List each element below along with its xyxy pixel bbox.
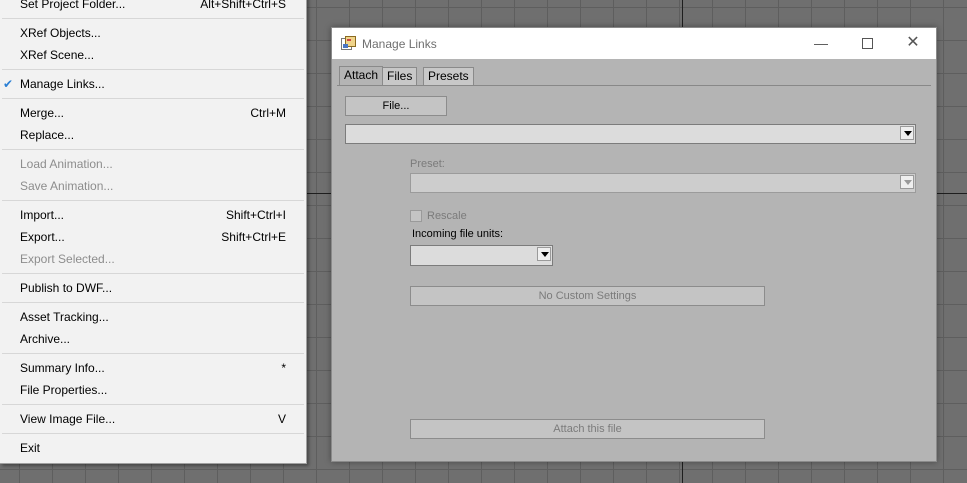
menu-item-label: Load Animation... [20,157,113,171]
tab-presets[interactable]: Presets [423,67,474,85]
close-icon: ✕ [906,34,920,51]
menu-separator [2,98,304,99]
menu-item-exit[interactable]: Exit [0,437,306,459]
menu-item-export-selected: Export Selected... [0,248,306,270]
menu-separator [2,404,304,405]
menu-item-label: Save Animation... [20,179,114,193]
file-combo[interactable] [345,124,916,144]
chevron-down-icon[interactable] [900,175,914,189]
menu-separator [2,200,304,201]
menu-item-set-project-folder[interactable]: Set Project Folder... Alt+Shift+Ctrl+S [0,0,306,15]
menu-item-xref-scene[interactable]: XRef Scene... [0,44,306,66]
minimize-icon: — [814,35,828,51]
menu-separator [2,353,304,354]
tab-attach[interactable]: Attach [339,66,384,86]
menu-item-label: Asset Tracking... [20,310,109,324]
menu-item-label: Merge... [20,106,65,120]
menu-item-shortcut: Shift+Ctrl+I [225,208,286,222]
menu-item-label: View Image File... [20,412,116,426]
minimize-button[interactable]: — [798,28,844,59]
menu-separator [2,149,304,150]
menu-item-shortcut: Ctrl+M [250,106,286,120]
file-menu: Set Project Folder... Alt+Shift+Ctrl+S XRe… [0,0,307,464]
maximize-button[interactable] [844,28,890,59]
tab-divider [337,85,931,86]
menu-item-label: Exit [20,441,41,455]
menu-item-archive[interactable]: Archive... [0,328,306,350]
menu-item-label: Set Project Folder... [20,0,126,11]
menu-item-label: Import... [20,208,65,222]
menu-item-label: Archive... [20,332,71,346]
incoming-units-label: Incoming file units: [412,228,504,240]
menu-item-label: Manage Links... [20,77,105,91]
menu-separator [2,18,304,19]
dialog-title: Manage Links [362,37,437,51]
manage-links-dialog: Manage Links — ✕ Attach Files Presets Fi… [331,27,937,462]
no-custom-settings-button[interactable]: No Custom Settings [410,286,765,306]
preset-label: Preset: [410,158,445,170]
menu-separator [2,433,304,434]
menu-item-xref-objects[interactable]: XRef Objects... [0,22,306,44]
manage-links-icon [341,36,356,50]
menu-item-summary-info[interactable]: Summary Info... * [0,357,306,379]
attach-file-button[interactable]: Attach this file [410,419,765,439]
menu-item-view-image-file[interactable]: View Image File... V [0,408,306,430]
file-button[interactable]: File... [345,96,447,116]
menu-item-label: XRef Scene... [20,48,95,62]
menu-item-shortcut: V [277,412,286,426]
menu-item-label: Summary Info... [20,361,105,375]
rescale-checkbox[interactable] [410,210,422,222]
menu-item-label: Export Selected... [20,252,115,266]
menu-item-shortcut: Shift+Ctrl+E [221,230,286,244]
menu-item-import[interactable]: Import... Shift+Ctrl+I [0,204,306,226]
menu-item-label: XRef Objects... [20,26,101,40]
menu-separator [2,302,304,303]
checkmark-icon: ✔ [3,77,14,91]
rescale-label: Rescale [427,210,467,222]
menu-item-label: Publish to DWF... [20,281,113,295]
menu-item-asset-tracking[interactable]: Asset Tracking... [0,306,306,328]
menu-item-merge[interactable]: Merge... Ctrl+M [0,102,306,124]
dialog-titlebar[interactable]: Manage Links — ✕ [332,28,936,59]
chevron-down-icon[interactable] [900,126,914,140]
menu-item-save-animation: Save Animation... [0,175,306,197]
maximize-icon [861,37,873,49]
menu-item-publish-to-dwf[interactable]: Publish to DWF... [0,277,306,299]
menu-item-replace[interactable]: Replace... [0,124,306,146]
menu-item-shortcut: Alt+Shift+Ctrl+S [200,0,286,11]
chevron-down-icon[interactable] [537,247,551,261]
menu-item-file-properties[interactable]: File Properties... [0,379,306,401]
menu-separator [2,69,304,70]
menu-item-label: Replace... [20,128,75,142]
menu-item-label: Export... [20,230,65,244]
close-button[interactable]: ✕ [890,28,936,59]
preset-combo[interactable] [410,173,916,193]
tab-files[interactable]: Files [382,67,418,85]
menu-item-label: File Properties... [20,383,108,397]
incoming-units-combo[interactable] [410,245,553,266]
menu-item-load-animation: Load Animation... [0,153,306,175]
menu-separator [2,273,304,274]
menu-item-export[interactable]: Export... Shift+Ctrl+E [0,226,306,248]
menu-item-manage-links[interactable]: ✔ Manage Links... [0,73,306,95]
menu-item-shortcut: * [281,361,286,375]
